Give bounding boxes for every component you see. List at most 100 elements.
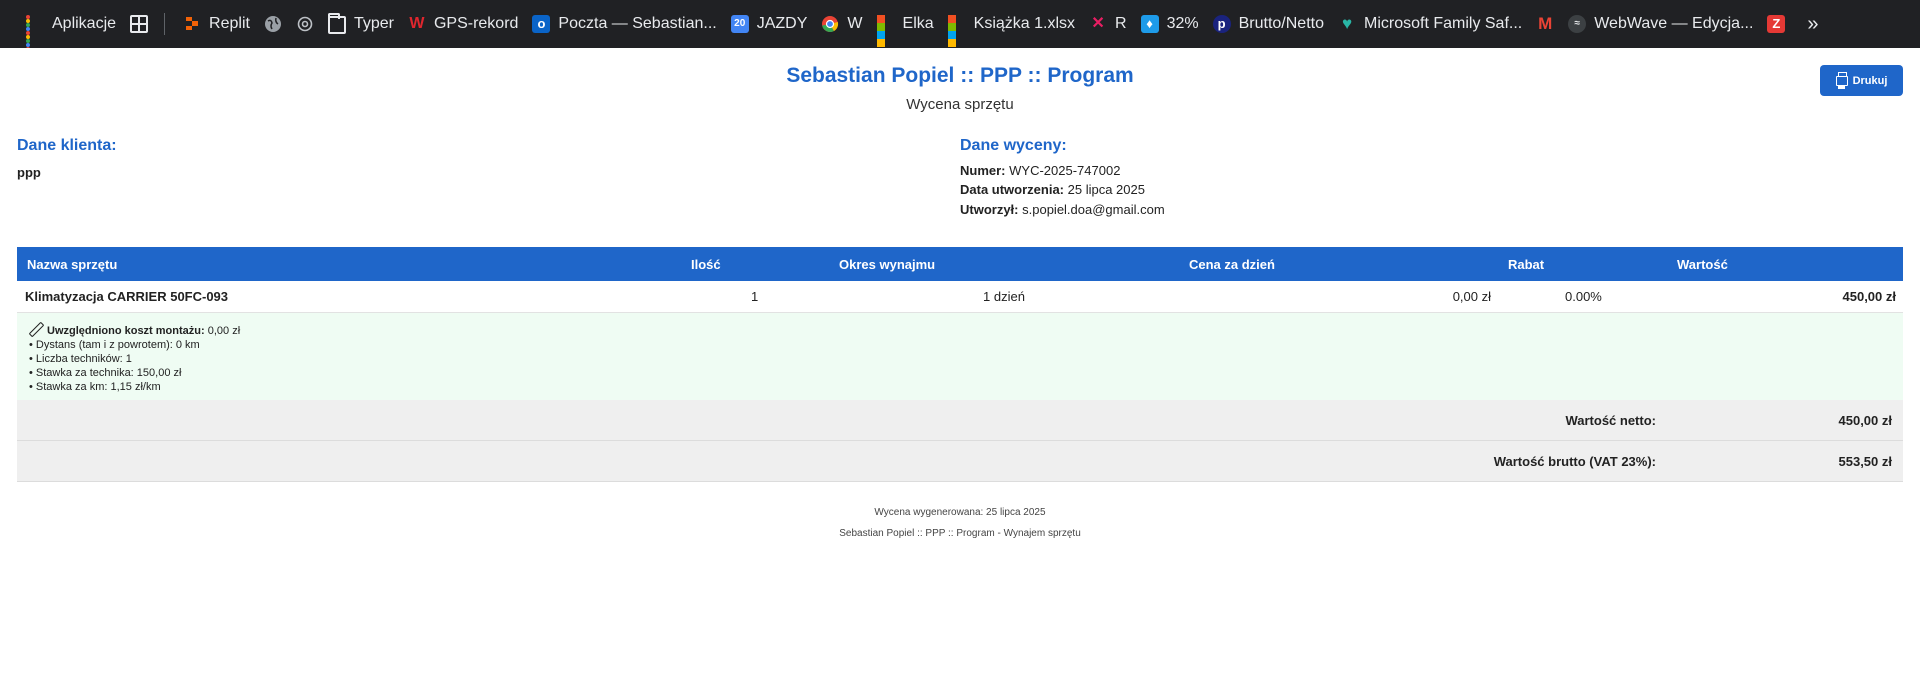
bulb-icon: ♦ bbox=[1140, 15, 1159, 33]
grid-icon bbox=[130, 15, 149, 33]
bookmark-label: Replit bbox=[209, 15, 250, 32]
bookmark-label: Typer bbox=[353, 15, 394, 32]
install-cost-value: 0,00 zł bbox=[207, 325, 241, 337]
net-total-row: Wartość netto: 450,00 zł bbox=[17, 400, 1903, 441]
page-title: Sebastian Popiel :: PPP :: Program bbox=[786, 64, 1134, 87]
bookmark-apps[interactable]: Aplikacje bbox=[20, 8, 122, 48]
install-details: Uwzględniono koszt montażu: 0,00 zł • Dy… bbox=[17, 313, 1903, 400]
openai-icon bbox=[296, 15, 314, 33]
client-name: ppp bbox=[17, 165, 41, 180]
row-value: 450,00 zł bbox=[1842, 289, 1897, 304]
bookmark-replit[interactable]: Replit bbox=[177, 8, 256, 40]
install-line: • Stawka za km: 1,15 zł/km bbox=[29, 381, 161, 393]
quote-page: Sebastian Popiel :: PPP :: Program Wycen… bbox=[0, 48, 1920, 680]
bookmark-w[interactable]: W bbox=[815, 8, 868, 40]
row-price: 0,00 zł bbox=[1452, 289, 1491, 304]
printer-icon bbox=[1835, 71, 1848, 89]
install-line: • Stawka za technika: 150,00 zł bbox=[29, 367, 182, 379]
apps-icon bbox=[26, 15, 44, 48]
install-cost: Uwzględniono koszt montażu: 0,00 zł bbox=[29, 322, 1903, 338]
print-button-label: Drukuj bbox=[1852, 74, 1888, 87]
client-heading: Dane klienta: bbox=[17, 137, 117, 154]
bookmark-label: Aplikacje bbox=[52, 15, 117, 32]
calendar-icon: 20 bbox=[730, 15, 749, 33]
bookmark-poczta[interactable]: o Poczta — Sebastian... bbox=[526, 8, 722, 40]
webwave-icon: ≈ bbox=[1568, 15, 1587, 33]
print-button[interactable]: Drukuj bbox=[1820, 65, 1903, 96]
net-total-value: 450,00 zł bbox=[1838, 413, 1893, 428]
microsoft-icon bbox=[876, 15, 895, 47]
folder-icon bbox=[327, 13, 346, 34]
bookmark-z[interactable]: Z bbox=[1761, 8, 1791, 40]
gross-total-value: 553,50 zł bbox=[1838, 454, 1893, 469]
outlook-icon: o bbox=[532, 15, 551, 33]
replit-icon bbox=[183, 15, 201, 33]
quote-created-label: Data utworzenia: bbox=[960, 182, 1065, 197]
gmail-icon: M bbox=[1538, 14, 1553, 33]
col-qty: Ilość bbox=[691, 257, 721, 272]
quote-heading: Dane wyceny: bbox=[960, 137, 1067, 154]
pencil-icon bbox=[29, 322, 43, 336]
bookmark-r[interactable]: ✕ R bbox=[1083, 8, 1133, 40]
bookmarks-separator bbox=[164, 13, 166, 35]
quote-number: Numer: WYC-2025-747002 bbox=[960, 163, 1120, 178]
net-total-label: Wartość netto: bbox=[1565, 413, 1656, 428]
bookmark-gps-rekord[interactable]: W GPS-rekord bbox=[402, 8, 524, 40]
bookmark-label: JAZDY bbox=[756, 15, 808, 32]
bookmark-label: Brutto/Netto bbox=[1238, 15, 1324, 32]
equipment-table: Nazwa sprzętu Ilość Okres wynajmu Cena z… bbox=[17, 247, 1903, 482]
bookmark-label: Poczta — Sebastian... bbox=[558, 15, 717, 32]
r-icon: ✕ bbox=[1091, 15, 1105, 32]
bookmark-elka[interactable]: Elka bbox=[871, 8, 940, 47]
table-header: Nazwa sprzętu Ilość Okres wynajmu Cena z… bbox=[17, 247, 1903, 281]
bookmark-family-safety[interactable]: ♥ Microsoft Family Saf... bbox=[1332, 8, 1528, 40]
install-line: • Liczba techników: 1 bbox=[29, 353, 132, 365]
install-line: • Dystans (tam i z powrotem): 0 km bbox=[29, 339, 200, 351]
bookmark-label: W bbox=[847, 15, 863, 32]
bookmark-globe[interactable] bbox=[258, 8, 288, 40]
bookmarks-bar: Aplikacje Replit Typer W GPS-rekord o Po… bbox=[0, 0, 1920, 48]
row-discount: 0.00% bbox=[1565, 289, 1602, 304]
row-qty: 1 bbox=[751, 289, 759, 304]
col-price: Cena za dzień bbox=[1189, 257, 1275, 272]
globe-icon bbox=[264, 15, 282, 33]
bookmark-grid[interactable] bbox=[124, 8, 154, 40]
chrome-icon bbox=[821, 15, 839, 33]
microsoft-icon bbox=[947, 15, 966, 47]
table-row: Klimatyzacja CARRIER 50FC-093 1 1 dzień … bbox=[17, 281, 1903, 313]
quote-created-value: 25 lipca 2025 bbox=[1067, 182, 1145, 197]
footer-generated: Wycena wygenerowana: 25 lipca 2025 bbox=[874, 507, 1046, 518]
z-icon: Z bbox=[1767, 15, 1786, 33]
col-period: Okres wynajmu bbox=[839, 257, 936, 272]
bookmark-label: GPS-rekord bbox=[433, 15, 519, 32]
quote-author: Utworzył: s.popiel.doa@gmail.com bbox=[960, 202, 1165, 217]
gps-rekord-icon: W bbox=[409, 15, 425, 32]
install-cost-label: Uwzględniono koszt montażu: bbox=[47, 325, 205, 337]
bookmark-label: 32% bbox=[1166, 15, 1199, 32]
bookmark-label: Książka 1.xlsx bbox=[973, 15, 1076, 32]
bookmark-webwave[interactable]: ≈ WebWave — Edycja... bbox=[1562, 8, 1759, 40]
quote-created: Data utworzenia: 25 lipca 2025 bbox=[960, 182, 1145, 197]
page-subtitle: Wycena sprzętu bbox=[906, 96, 1014, 113]
row-name: Klimatyzacja CARRIER 50FC-093 bbox=[25, 289, 229, 304]
bookmark-jazdy[interactable]: 20 JAZDY bbox=[725, 8, 814, 40]
bookmark-openai[interactable] bbox=[290, 8, 320, 40]
bookmark-label: R bbox=[1115, 15, 1127, 32]
bookmark-label: WebWave — Edycja... bbox=[1594, 15, 1754, 32]
heart-icon: ♥ bbox=[1341, 14, 1353, 33]
bookmark-brutto-netto[interactable]: p Brutto/Netto bbox=[1207, 8, 1330, 40]
bookmark-label: Elka bbox=[902, 15, 934, 32]
quote-number-value: WYC-2025-747002 bbox=[1009, 163, 1121, 178]
bookmark-ksiazka[interactable]: Książka 1.xlsx bbox=[942, 8, 1081, 47]
more-bookmarks-icon[interactable]: » bbox=[1807, 13, 1818, 36]
col-value: Wartość bbox=[1677, 257, 1728, 272]
gross-total-label: Wartość brutto (VAT 23%): bbox=[1493, 454, 1656, 469]
quote-number-label: Numer: bbox=[960, 163, 1006, 178]
bookmark-32[interactable]: ♦ 32% bbox=[1135, 8, 1205, 40]
quote-author-value: s.popiel.doa@gmail.com bbox=[1022, 202, 1165, 217]
gross-total-row: Wartość brutto (VAT 23%): 553,50 zł bbox=[17, 441, 1903, 482]
bookmark-gmail[interactable]: M bbox=[1530, 8, 1560, 40]
row-period: 1 dzień bbox=[983, 289, 1025, 304]
bookmark-typer[interactable]: Typer bbox=[322, 8, 400, 40]
col-name: Nazwa sprzętu bbox=[27, 257, 118, 272]
